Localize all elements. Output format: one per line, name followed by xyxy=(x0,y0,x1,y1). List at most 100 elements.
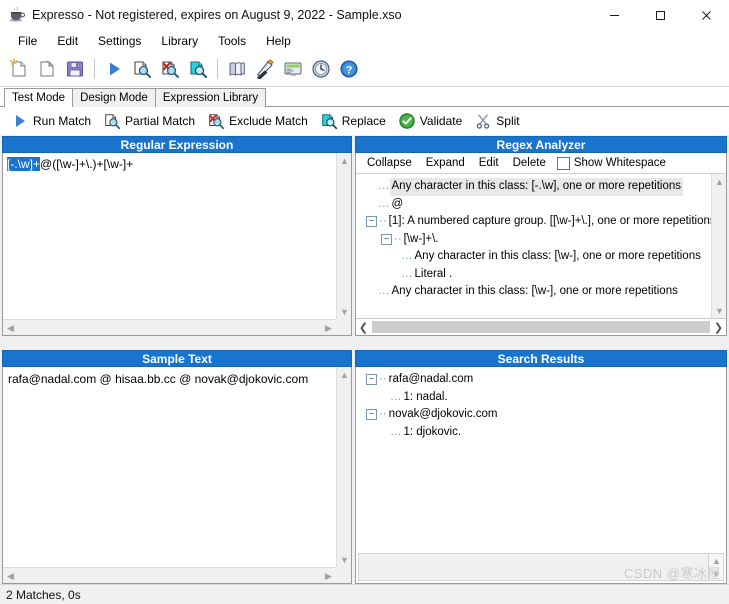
sample-text-input[interactable]: rafa@nadal.com @ hisaa.bb.cc @ novak@djo… xyxy=(3,367,336,567)
regular-expression-panel: Regular Expression [-.\w]+@([\w-]+\.)+[\… xyxy=(2,136,352,336)
help-icon[interactable]: ? xyxy=(336,56,362,82)
sample-text-body: rafa@nadal.com @ hisaa.bb.cc @ novak@djo… xyxy=(2,367,352,584)
run-match-icon[interactable] xyxy=(101,56,127,82)
scroll-left-icon[interactable]: ❮ xyxy=(356,319,371,336)
partial-match-label: Partial Match xyxy=(125,114,196,128)
scroll-down-icon[interactable]: ▼ xyxy=(337,552,352,567)
status-text: 2 Matches, 0s xyxy=(6,587,81,602)
expand-button[interactable]: Expand xyxy=(419,155,472,171)
tree-node[interactable]: … Literal . xyxy=(362,266,711,284)
expression-icon[interactable] xyxy=(280,56,306,82)
tree-node[interactable]: … Any character in this class: [\w-], on… xyxy=(362,248,711,266)
menu-library[interactable]: Library xyxy=(151,32,208,50)
scroll-left-icon[interactable]: ◀ xyxy=(3,320,18,336)
split-button[interactable]: Split xyxy=(471,110,525,132)
replace-icon xyxy=(320,112,338,130)
history-clock-icon[interactable] xyxy=(308,56,334,82)
sample-text-panel: Sample Text rafa@nadal.com @ hisaa.bb.cc… xyxy=(2,350,352,584)
run-match-button[interactable]: Run Match xyxy=(8,110,97,132)
tree-node[interactable]: … Any character in this class: [\w-], on… xyxy=(362,283,711,301)
toolbar: ? xyxy=(0,52,729,87)
result-row[interactable]: − ·· rafa@nadal.com xyxy=(362,371,726,389)
tree-connector-icon: ·· xyxy=(379,215,387,227)
status-bar: 2 Matches, 0s xyxy=(0,584,729,604)
tab-test-mode[interactable]: Test Mode xyxy=(4,88,74,107)
scroll-down-icon[interactable]: ▼ xyxy=(712,303,727,318)
menu-file[interactable]: File xyxy=(8,32,47,50)
tree-connector-icon: … xyxy=(378,180,390,192)
tree-collapse-toggle-icon[interactable]: − xyxy=(366,216,377,228)
partial-match-icon[interactable] xyxy=(129,56,155,82)
show-whitespace-label: Show Whitespace xyxy=(573,157,666,169)
tree-collapse-toggle-icon[interactable]: − xyxy=(366,409,377,421)
partial-match-button[interactable]: Partial Match xyxy=(100,110,201,132)
search-results-tree[interactable]: − ·· rafa@nadal.com … 1: nadal. − ·· nov… xyxy=(356,367,726,549)
collapse-button[interactable]: Collapse xyxy=(360,155,419,171)
scroll-up-icon[interactable]: ▲ xyxy=(712,174,727,189)
tree-connector-icon: … xyxy=(378,197,390,210)
tab-design-mode[interactable]: Design Mode xyxy=(72,88,156,107)
validate-button[interactable]: Validate xyxy=(395,110,468,132)
regex-analyzer-panel: Regex Analyzer Collapse Expand Edit Dele… xyxy=(355,136,727,336)
analyzer-hscroll-thumb[interactable] xyxy=(372,321,710,333)
library-icon[interactable] xyxy=(224,56,250,82)
design-icon[interactable] xyxy=(252,56,278,82)
show-whitespace-checkbox-wrap[interactable]: Show Whitespace xyxy=(553,156,670,170)
analyzer-tree[interactable]: … Any character in this class: [-.\w], o… xyxy=(356,174,711,318)
scroll-right-icon[interactable]: ❯ xyxy=(711,319,726,336)
search-results-body: − ·· rafa@nadal.com … 1: nadal. − ·· nov… xyxy=(355,367,727,584)
exclude-match-button[interactable]: Exclude Match xyxy=(204,110,314,132)
sample-vertical-scrollbar[interactable]: ▲ ▼ xyxy=(336,367,351,567)
menu-help[interactable]: Help xyxy=(256,32,301,50)
regex-vertical-scrollbar[interactable]: ▲ ▼ xyxy=(336,153,351,319)
title-bar: Expresso - Not registered, expires on Au… xyxy=(0,0,729,30)
menu-tools[interactable]: Tools xyxy=(208,32,256,50)
tree-connector-icon: ·· xyxy=(379,373,387,385)
close-button[interactable] xyxy=(683,0,729,30)
edit-button[interactable]: Edit xyxy=(472,155,506,171)
result-row[interactable]: … 1: djokovic. xyxy=(362,424,726,442)
scroll-up-icon[interactable]: ▲ xyxy=(337,153,352,168)
tree-connector-icon: … xyxy=(390,425,402,438)
analyzer-vertical-scrollbar[interactable]: ▲ ▼ xyxy=(711,174,726,318)
new-icon[interactable] xyxy=(6,56,32,82)
mode-tabs: Test Mode Design Mode Expression Library xyxy=(0,87,729,107)
open-icon[interactable] xyxy=(34,56,60,82)
exclude-match-icon[interactable] xyxy=(157,56,183,82)
sample-horizontal-scrollbar[interactable]: ◀ ▶ xyxy=(3,567,336,583)
tree-connector-icon: … xyxy=(390,390,402,403)
toolbar-separator xyxy=(94,59,95,79)
tab-expression-library[interactable]: Expression Library xyxy=(154,88,267,107)
tree-node[interactable]: … @ xyxy=(362,196,711,214)
scroll-right-icon[interactable]: ▶ xyxy=(321,568,336,584)
scroll-left-icon[interactable]: ◀ xyxy=(3,568,18,584)
scroll-down-icon[interactable]: ▼ xyxy=(337,304,352,319)
menu-edit[interactable]: Edit xyxy=(47,32,88,50)
scroll-up-icon[interactable]: ▲ xyxy=(337,367,352,382)
maximize-button[interactable] xyxy=(637,0,683,30)
minimize-button[interactable] xyxy=(591,0,637,30)
tree-connector-icon: ·· xyxy=(394,232,402,245)
tree-node[interactable]: − ·· [\w-]+\. xyxy=(362,231,711,249)
save-icon[interactable] xyxy=(62,56,88,82)
delete-button[interactable]: Delete xyxy=(506,155,553,171)
tree-node-label: Any character in this class: [-.\w], one… xyxy=(389,178,684,196)
exclude-match-label: Exclude Match xyxy=(229,114,308,128)
show-whitespace-checkbox[interactable] xyxy=(556,156,570,170)
menu-settings[interactable]: Settings xyxy=(88,32,151,50)
regex-analyzer-body: Collapse Expand Edit Delete Show Whitesp… xyxy=(355,153,727,336)
tree-collapse-toggle-icon[interactable]: − xyxy=(366,374,377,386)
tree-node[interactable]: − ·· [1]: A numbered capture group. [[\w… xyxy=(362,213,711,231)
search-results-panel: Search Results − ·· rafa@nadal.com … 1: … xyxy=(355,350,727,584)
tree-node[interactable]: … Any character in this class: [-.\w], o… xyxy=(362,178,711,196)
result-row[interactable]: − ·· novak@djokovic.com xyxy=(362,406,726,424)
tree-collapse-toggle-icon[interactable]: − xyxy=(381,233,392,245)
replace-icon[interactable] xyxy=(185,56,211,82)
result-row[interactable]: … 1: nadal. xyxy=(362,389,726,407)
analyzer-horizontal-scrollbar[interactable]: ❮ ❯ xyxy=(356,318,726,335)
regex-analyzer-panel-title: Regex Analyzer xyxy=(355,136,727,153)
regex-input[interactable]: [-.\w]+@([\w-]+\.)+[\w-]+ xyxy=(3,153,336,319)
scroll-right-icon[interactable]: ▶ xyxy=(321,320,336,336)
replace-button[interactable]: Replace xyxy=(317,110,392,132)
regex-horizontal-scrollbar[interactable]: ◀ ▶ xyxy=(3,319,336,335)
